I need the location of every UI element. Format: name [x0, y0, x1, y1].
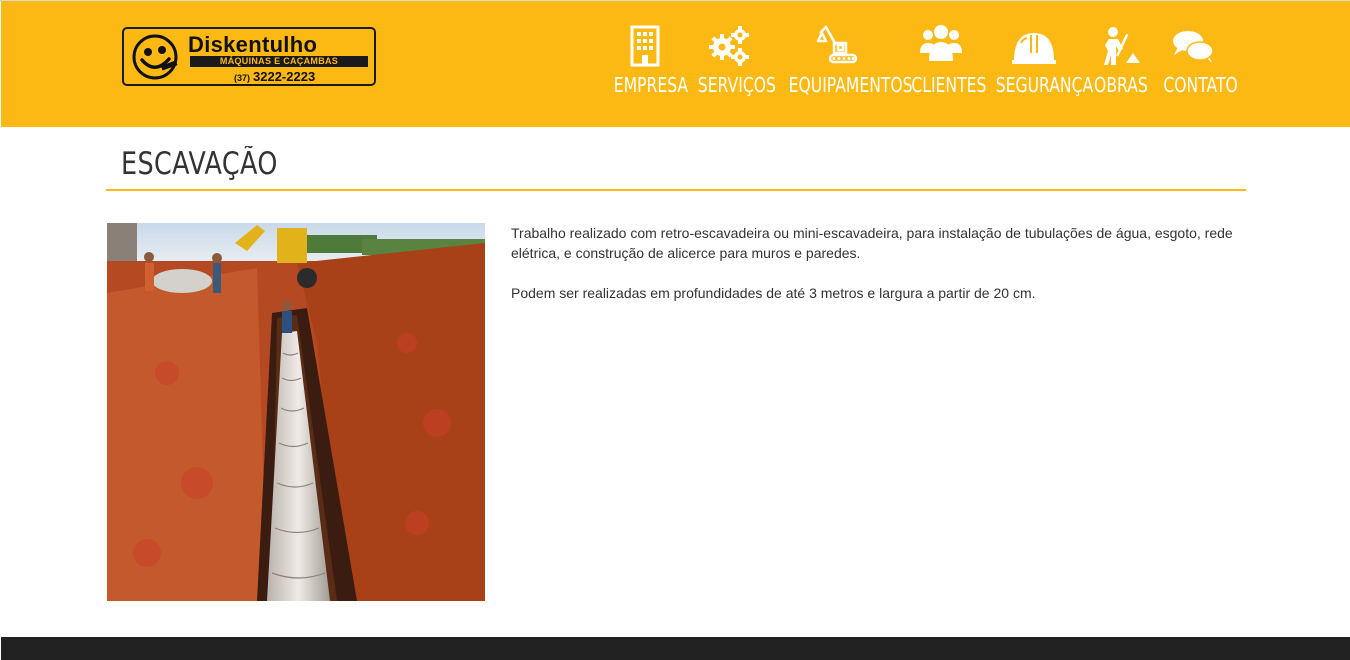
nav-label: CONTATO — [1163, 73, 1238, 97]
nav-label: SERVIÇOS — [697, 73, 776, 97]
nav-label: CLIENTES — [911, 73, 987, 97]
logo-tagline: MÁQUINAS E CAÇAMBAS — [190, 56, 368, 67]
content-paragraph: Podem ser realizadas em profundidades de… — [511, 285, 1036, 301]
gears-icon — [709, 26, 749, 66]
title-divider — [106, 189, 1246, 191]
nav-item-seguranca[interactable]: SEGURANÇA — [985, 21, 1094, 111]
building-icon — [630, 25, 660, 67]
nav-item-obras[interactable]: OBRAS — [1087, 21, 1151, 111]
site-header: Diskentulho MÁQUINAS E CAÇAMBAS (37) 3222… — [1, 1, 1350, 127]
logo-brand: Diskentulho — [188, 32, 318, 57]
phone-area-code: (37) — [234, 73, 251, 83]
nav-item-servicos[interactable]: SERVIÇOS — [689, 21, 776, 111]
content-text: Trabalho realizado com retro-escavadeira… — [511, 223, 1246, 323]
excavator-icon — [816, 25, 858, 64]
users-icon — [920, 25, 962, 61]
content-paragraph: Trabalho realizado com retro-escavadeira… — [511, 225, 1233, 261]
site-footer — [1, 637, 1350, 660]
nav-label: SEGURANÇA — [995, 73, 1094, 97]
nav-item-clientes[interactable]: CLIENTES — [903, 21, 987, 111]
logo-phone: (37) 3222-2223 — [234, 69, 315, 84]
nav-item-empresa[interactable]: EMPRESA — [605, 21, 689, 111]
hard-hat-icon — [1012, 33, 1056, 64]
nav-label: OBRAS — [1094, 73, 1148, 97]
nav-item-contato[interactable]: CONTATO — [1155, 21, 1238, 111]
page-title: ESCAVAÇÃO — [121, 146, 278, 182]
chat-bubbles-icon — [1173, 31, 1214, 63]
construction-worker-icon — [1104, 27, 1140, 65]
excavation-photo — [107, 223, 485, 601]
smiley-mascot-icon — [132, 34, 178, 80]
phone-number: 3222-2223 — [253, 69, 316, 84]
nav-label: EMPRESA — [613, 73, 689, 97]
nav-label: EQUIPAMENTOS — [788, 73, 913, 97]
nav-item-equipamentos[interactable]: EQUIPAMENTOS — [775, 21, 913, 111]
logo[interactable]: Diskentulho MÁQUINAS E CAÇAMBAS (37) 3222… — [122, 27, 376, 86]
